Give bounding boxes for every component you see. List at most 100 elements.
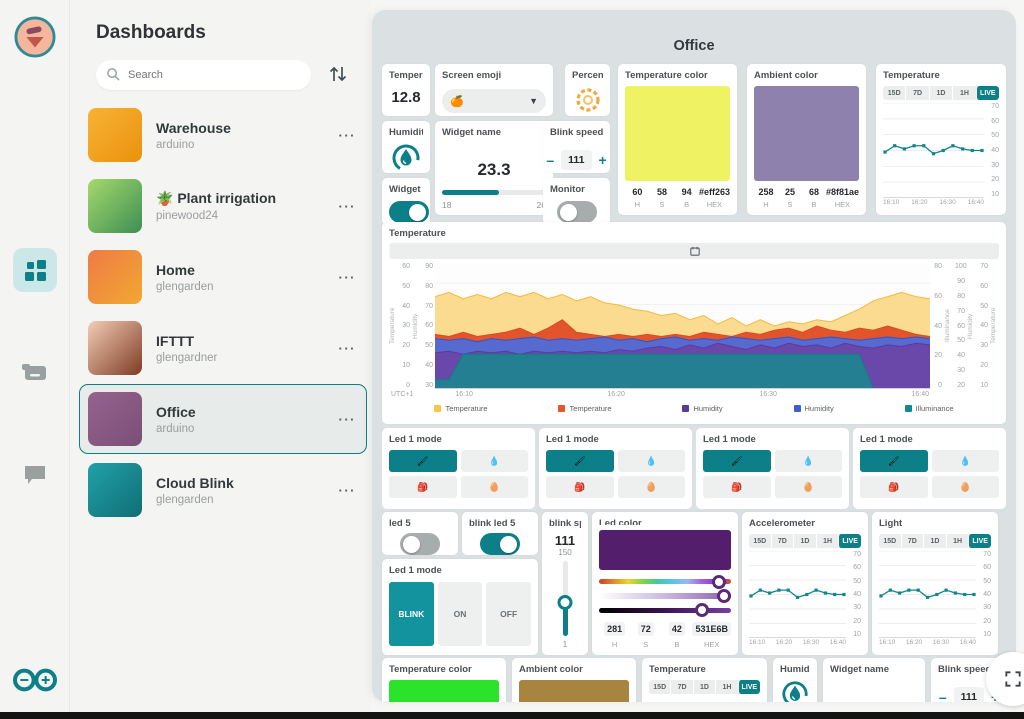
tick-label: 40 — [984, 147, 999, 154]
user-avatar[interactable] — [14, 16, 56, 58]
tick-label: 40 — [932, 323, 942, 330]
axis-name-temperature-left: Temperature — [389, 263, 398, 389]
vertical-slider[interactable] — [563, 561, 568, 636]
mode-button-2[interactable]: 💧 — [775, 450, 843, 472]
stepper-minus-button[interactable]: – — [939, 690, 947, 702]
time-range-tabs: 15D7D1D1HLIVE — [883, 86, 999, 100]
tick-label: 60 — [976, 564, 991, 571]
tab-15d[interactable]: 15D — [883, 86, 905, 100]
tab-7d[interactable]: 7D — [771, 534, 794, 548]
widget-n-toggle[interactable] — [389, 201, 429, 223]
tab-1d[interactable]: 1D — [793, 534, 816, 548]
widget-label: Led 1 mode — [389, 565, 531, 576]
color-swatch[interactable] — [599, 530, 731, 570]
brightness-knob[interactable] — [695, 603, 709, 617]
tab-1h[interactable]: 1H — [816, 534, 839, 548]
mode-button-2[interactable]: 💧 — [932, 450, 1000, 472]
widget-label: Led 1 mode — [860, 434, 999, 445]
mode-button-1[interactable]: 🖌 — [703, 450, 771, 472]
tab-15d[interactable]: 15D — [879, 534, 901, 548]
tab-7d[interactable]: 7D — [901, 534, 924, 548]
mode-button-1[interactable]: 🖌 — [860, 450, 928, 472]
mode-button-3[interactable]: 🎒 — [389, 476, 457, 498]
hsb-column: 60H — [625, 187, 650, 209]
tab-1d[interactable]: 1D — [929, 86, 952, 100]
led5-toggle[interactable] — [400, 533, 440, 555]
tick-label: 60 — [400, 263, 410, 270]
hsb-column: #8f81aeHEX — [826, 187, 859, 209]
slider-knob[interactable] — [558, 595, 573, 610]
search-input[interactable] — [96, 60, 311, 90]
dashboard-item-office[interactable]: Officearduino··· — [79, 384, 367, 454]
item-menu-button[interactable]: ··· — [335, 195, 361, 218]
tab-15d[interactable]: 15D — [749, 534, 771, 548]
dashboard-main: Office Tempera... 12.8 Screen emoji 🍊 ▼ … — [372, 10, 1016, 702]
mode-button-1[interactable]: 🖌 — [546, 450, 614, 472]
dashboard-item-home[interactable]: Homeglengarden··· — [79, 242, 367, 312]
stepper-plus-button[interactable]: + — [599, 153, 607, 167]
sort-button[interactable] — [326, 62, 352, 88]
tab-1h[interactable]: 1H — [952, 86, 975, 100]
mode-buttons: 🖌💧🎒🥚 — [703, 450, 842, 498]
dashboard-item--plant-irrigation[interactable]: 🪴 Plant irrigationpinewood24··· — [79, 171, 367, 241]
tab-live[interactable]: LIVE — [968, 534, 991, 548]
calendar-tab[interactable] — [389, 243, 999, 259]
legend-entry: Temperature — [434, 404, 487, 413]
saturation-knob[interactable] — [717, 589, 731, 603]
color-swatch[interactable] — [519, 680, 629, 702]
item-menu-button[interactable]: ··· — [335, 408, 361, 431]
tick-label: 16:20 — [607, 391, 625, 398]
mode-button-blink[interactable]: BLINK — [389, 582, 434, 646]
tab-live[interactable]: LIVE — [838, 534, 861, 548]
mode-button-1[interactable]: 🖌 — [389, 450, 457, 472]
tab-15d[interactable]: 15D — [649, 680, 670, 694]
tab-1h[interactable]: 1H — [715, 680, 737, 694]
tick-label: 16:40 — [960, 639, 976, 649]
dashboard-list: Warehousearduino···🪴 Plant irrigationpin… — [79, 100, 367, 526]
hue-slider[interactable] — [599, 579, 731, 584]
horizontal-slider[interactable] — [442, 190, 546, 195]
emoji-dropdown[interactable]: 🍊 ▼ — [442, 89, 546, 113]
mode-button-4[interactable]: 🥚 — [461, 476, 529, 498]
brightness-slider[interactable] — [599, 608, 731, 613]
item-menu-button[interactable]: ··· — [335, 479, 361, 502]
mode-button-4[interactable]: 🥚 — [618, 476, 686, 498]
dashboard-item-cloud-blink[interactable]: Cloud Blinkglengarden··· — [79, 455, 367, 525]
tab-live[interactable]: LIVE — [738, 680, 760, 694]
tab-7d[interactable]: 7D — [670, 680, 692, 694]
ambient-color-widget: Ambient color 258H25S68B#8f81aeHEX — [747, 64, 866, 215]
color-swatch[interactable] — [754, 86, 859, 181]
led-color-widget: Led color 281H72S42B531E6BHEX — [592, 512, 738, 655]
hue-knob[interactable] — [712, 575, 726, 589]
tab-1d[interactable]: 1D — [923, 534, 946, 548]
mode-button-off[interactable]: OFF — [486, 582, 531, 646]
hsb-unit: S — [630, 640, 661, 649]
tab-7d[interactable]: 7D — [905, 86, 928, 100]
mode-button-4[interactable]: 🥚 — [932, 476, 1000, 498]
mode-button-3[interactable]: 🎒 — [546, 476, 614, 498]
item-menu-button[interactable]: ··· — [335, 124, 361, 147]
monitor-toggle[interactable] — [557, 201, 597, 223]
mode-button-on[interactable]: ON — [438, 582, 483, 646]
color-swatch[interactable] — [625, 86, 730, 181]
mode-button-2[interactable]: 💧 — [618, 450, 686, 472]
tab-1d[interactable]: 1D — [693, 680, 715, 694]
mode-button-4[interactable]: 🥚 — [775, 476, 843, 498]
mode-button-3[interactable]: 🎒 — [860, 476, 928, 498]
item-menu-button[interactable]: ··· — [335, 266, 361, 289]
item-menu-button[interactable]: ··· — [335, 337, 361, 360]
mode-button-3[interactable]: 🎒 — [703, 476, 771, 498]
stepper-minus-button[interactable]: – — [546, 153, 554, 167]
tab-1h[interactable]: 1H — [946, 534, 969, 548]
dashboard-item-ifttt[interactable]: IFTTTglengardner··· — [79, 313, 367, 383]
dashboard-item-warehouse[interactable]: Warehousearduino··· — [79, 100, 367, 170]
color-swatch[interactable] — [389, 680, 499, 702]
nav-devices-button[interactable] — [13, 350, 57, 394]
nav-dashboards-button[interactable] — [13, 248, 57, 292]
nav-messages-button[interactable] — [13, 452, 57, 496]
mode-button-2[interactable]: 💧 — [461, 450, 529, 472]
blink-led5-toggle[interactable] — [480, 533, 520, 555]
tab-live[interactable]: LIVE — [976, 86, 999, 100]
temperature-chart-widget-2: Temperature 15D7D1D1HLIVE — [642, 658, 767, 702]
saturation-slider[interactable] — [599, 593, 731, 598]
